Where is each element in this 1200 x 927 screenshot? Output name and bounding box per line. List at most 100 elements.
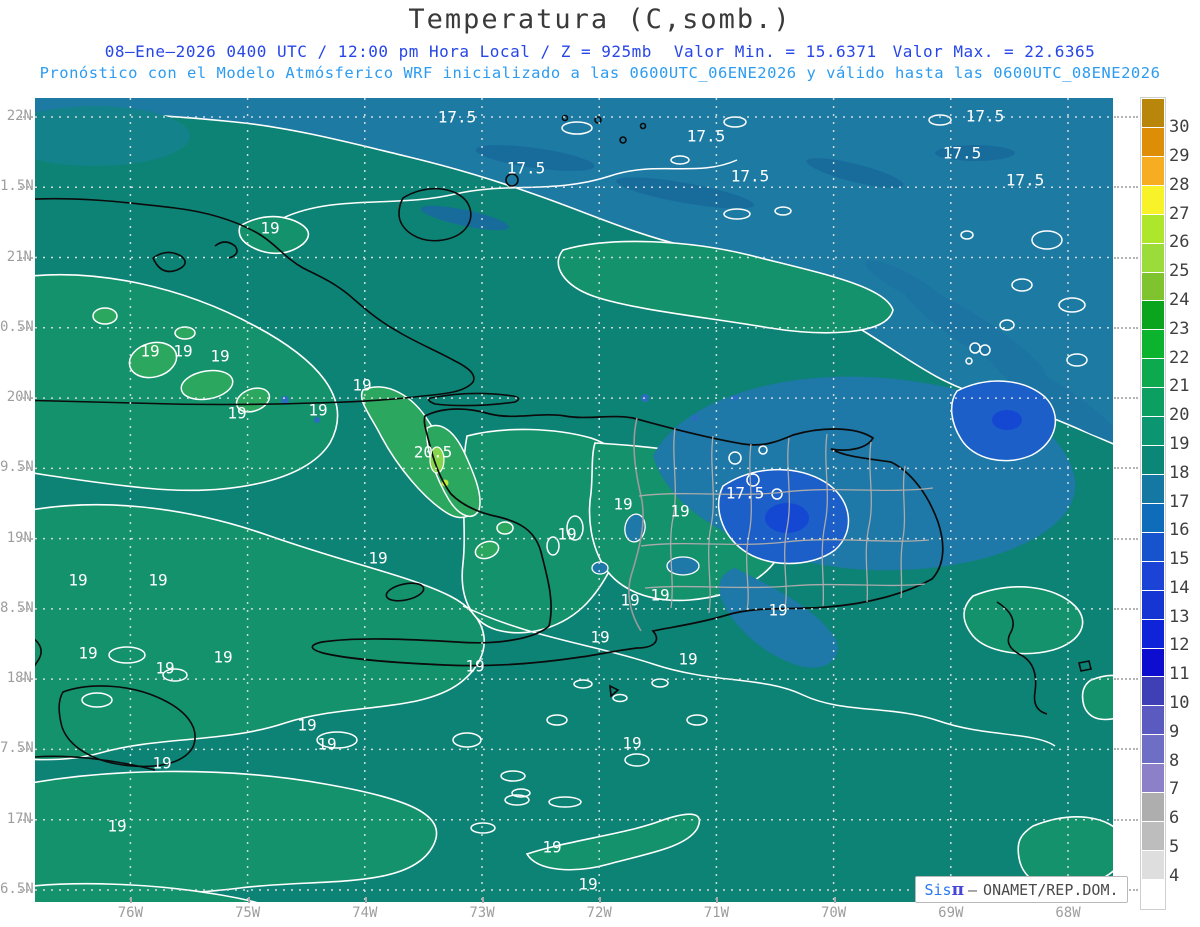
lat-axis-tick bbox=[20, 678, 33, 681]
colorbar-tick-label: 24 bbox=[1169, 290, 1190, 310]
colorbar-tick-label: 9 bbox=[1169, 721, 1180, 742]
contour-label: 17.5 bbox=[730, 166, 770, 186]
lat-axis-tick-right bbox=[1114, 607, 1138, 610]
colorbar-tick-label: 25 bbox=[1169, 261, 1190, 282]
contour-label: 19 bbox=[148, 570, 168, 590]
lat-axis-tick-right bbox=[1114, 818, 1138, 821]
colorbar-cell bbox=[1142, 619, 1164, 648]
colorbar-tick-label: 19 bbox=[1169, 433, 1190, 454]
contour-label: 19 bbox=[78, 643, 98, 663]
map-canvas bbox=[35, 98, 1113, 902]
contour-label: 19 bbox=[260, 218, 280, 238]
colorbar-cell bbox=[1142, 793, 1164, 822]
colorbar-cell bbox=[1142, 417, 1164, 446]
colorbar-tick-label: 4 bbox=[1169, 865, 1180, 886]
colorbar-tick-label: 27 bbox=[1169, 203, 1190, 224]
lon-axis-tick bbox=[716, 897, 719, 903]
lon-axis-label: 75W bbox=[234, 905, 261, 921]
lon-axis-tick bbox=[364, 897, 367, 903]
colorbar-tick-label: 12 bbox=[1169, 635, 1190, 656]
colorbar-tick-label: 8 bbox=[1169, 750, 1180, 771]
lat-axis-tick bbox=[20, 467, 33, 470]
lat-axis-tick bbox=[20, 888, 33, 891]
colorbar-cell bbox=[1142, 214, 1164, 243]
subtitle-model-run: Pronóstico con el Modelo Atmósferico WRF… bbox=[39, 64, 1161, 82]
colorbar-tick-label: 5 bbox=[1169, 836, 1180, 857]
subtitle-validtime: 08–Ene–2026 0400 UTC / 12:00 pm Hora Loc… bbox=[0, 42, 1200, 61]
colorbar-cell bbox=[1142, 706, 1164, 735]
colorbar-cell bbox=[1142, 822, 1164, 850]
contour-label: 19 bbox=[213, 647, 233, 667]
lat-axis-tick bbox=[20, 116, 33, 118]
credit-box: Sis π – ONAMET/REP.DOM. bbox=[915, 876, 1128, 903]
contour-label: 19 bbox=[352, 375, 372, 395]
contour-label: 19 bbox=[152, 753, 172, 773]
lon-axis-label: 73W bbox=[469, 905, 495, 921]
colorbar-cell bbox=[1142, 388, 1164, 417]
lat-axis-tick-right bbox=[1114, 397, 1138, 400]
colorbar-cell bbox=[1142, 243, 1164, 272]
lon-axis-tick bbox=[247, 897, 250, 903]
colorbar-cell bbox=[1142, 156, 1164, 185]
lat-axis-tick-right bbox=[1114, 537, 1138, 540]
colorbar-tick-label: 30 bbox=[1169, 117, 1190, 138]
colorbar-cell bbox=[1142, 330, 1164, 359]
lon-axis-label: 69W bbox=[938, 905, 964, 921]
credit-org-text: ONAMET/REP.DOM. bbox=[983, 880, 1119, 899]
pi-logo-glyph: π bbox=[951, 879, 965, 900]
colorbar-cell bbox=[1142, 127, 1164, 156]
colorbar-tick-label: 7 bbox=[1169, 779, 1180, 800]
value-min-text: Valor Min. = 15.6371 bbox=[673, 42, 877, 61]
colorbar-tick-label: 11 bbox=[1169, 664, 1190, 685]
lon-axis-tick bbox=[130, 897, 133, 903]
contour-label: 19 bbox=[465, 656, 485, 676]
colorbar-tick-label: 15 bbox=[1169, 549, 1190, 570]
lat-axis-tick bbox=[20, 607, 33, 610]
lat-axis-tick bbox=[20, 748, 33, 751]
contour-label: 17.5 bbox=[942, 143, 982, 163]
contour-label: 19 bbox=[107, 816, 127, 836]
colorbar-tick-label: 23 bbox=[1169, 318, 1190, 339]
lon-axis-tick bbox=[482, 897, 484, 903]
contour-label: 19 bbox=[670, 501, 690, 521]
contour-label: 19 bbox=[678, 649, 698, 669]
colorbar-tick-label: 10 bbox=[1169, 693, 1190, 713]
contour-label: 19 bbox=[297, 715, 317, 735]
value-max-text: Valor Max. = 22.6365 bbox=[892, 42, 1096, 61]
colorbar-cell bbox=[1142, 735, 1164, 764]
colorbar-tick-label: 18 bbox=[1169, 462, 1190, 483]
contour-label: 19 bbox=[210, 346, 230, 366]
contour-label: 19 bbox=[317, 734, 337, 754]
colorbar-tick-label: 28 bbox=[1169, 174, 1190, 195]
page-title: Temperatura (C,somb.) bbox=[408, 4, 792, 35]
contour-label: 19 bbox=[622, 733, 642, 753]
contour-label: 17.5 bbox=[725, 483, 765, 503]
colorbar-cell bbox=[1142, 648, 1164, 677]
lat-axis-tick bbox=[20, 326, 33, 329]
colorbar-tick-label: 21 bbox=[1169, 376, 1190, 397]
contour-label: 19 bbox=[590, 627, 610, 647]
colorbar-cell bbox=[1142, 99, 1164, 127]
contour-label: 17.5 bbox=[1005, 170, 1045, 190]
lat-axis-tick-right bbox=[1114, 186, 1138, 189]
lat-axis-tick-right bbox=[1114, 467, 1138, 470]
colorbar-cell bbox=[1142, 677, 1164, 706]
lon-axis-tick bbox=[599, 897, 602, 903]
lon-axis-label: 71W bbox=[703, 905, 730, 921]
lon-axis-label: 76W bbox=[117, 905, 144, 921]
colorbar-cell bbox=[1142, 272, 1164, 301]
colorbar-cell bbox=[1142, 185, 1164, 214]
colorbar-cell bbox=[1142, 503, 1164, 532]
colorbar-tick-label: 17 bbox=[1169, 491, 1190, 512]
contour-label: 19 bbox=[613, 494, 633, 514]
contour-label: 17.5 bbox=[965, 106, 1005, 126]
colorbar-tick-label: 6 bbox=[1169, 808, 1180, 829]
colorbar-cell bbox=[1142, 850, 1164, 879]
colorbar bbox=[1140, 97, 1166, 910]
lat-axis-tick-right bbox=[1114, 116, 1138, 118]
lat-axis-tick bbox=[20, 397, 33, 400]
credit-dash: – bbox=[968, 880, 978, 899]
coldest-core bbox=[992, 410, 1022, 430]
contour-label: 19 bbox=[542, 837, 562, 857]
lat-axis-tick-right bbox=[1114, 678, 1138, 681]
